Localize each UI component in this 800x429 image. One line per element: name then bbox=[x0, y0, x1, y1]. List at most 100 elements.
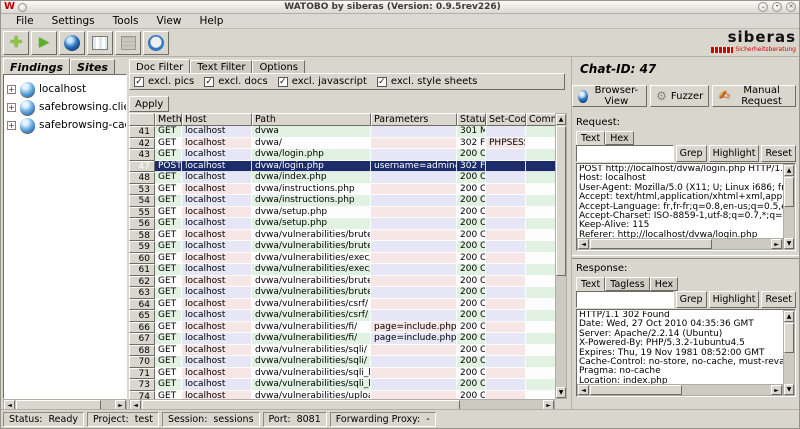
table-row[interactable]: 54 GET localhost dvwa/instructions.php 2… bbox=[129, 195, 555, 207]
calculator-button[interactable] bbox=[115, 31, 141, 55]
checkbox-icon[interactable] bbox=[278, 77, 288, 87]
response-grep-button[interactable]: Grep bbox=[676, 291, 707, 308]
table-row[interactable]: 64 GET localhost dvwa/vulnerabilities/cs… bbox=[129, 299, 555, 311]
table-row[interactable]: 47 POST localhost dvwa/login.php usernam… bbox=[129, 161, 555, 173]
menu-item[interactable]: Help bbox=[190, 14, 232, 28]
tree-item[interactable]: + localhost bbox=[4, 80, 126, 98]
table-row[interactable]: 73 GET localhost dvwa/vulnerabilities/sq… bbox=[129, 379, 555, 391]
table-row[interactable]: 71 GET localhost dvwa/vulnerabilities/sq… bbox=[129, 368, 555, 380]
filter-checkbox[interactable]: excl. javascript bbox=[278, 76, 367, 87]
scroll-thumb[interactable] bbox=[784, 177, 794, 207]
manual-request-button[interactable]: ✍ Manual Request bbox=[712, 85, 796, 107]
browser-view-button[interactable]: Browser-View bbox=[572, 85, 647, 107]
table-row[interactable]: 66 GET localhost dvwa/vulnerabilities/fi… bbox=[129, 322, 555, 334]
request-response-splitter[interactable] bbox=[572, 255, 799, 259]
request-grep-button[interactable]: Grep bbox=[676, 145, 707, 162]
table-row[interactable]: 41 GET localhost dvwa 301 Mo bbox=[129, 126, 555, 138]
checkbox-icon[interactable] bbox=[377, 77, 387, 87]
request-horizontal-scrollbar[interactable]: ◄ ► bbox=[577, 238, 783, 250]
table-row[interactable]: 61 GET localhost dvwa/vulnerabilities/ex… bbox=[129, 264, 555, 276]
tree-item[interactable]: + safebrowsing.clients bbox=[4, 98, 126, 116]
filter-checkbox[interactable]: excl. pics bbox=[134, 76, 194, 87]
menu-item[interactable]: Settings bbox=[43, 14, 104, 28]
expand-icon[interactable]: + bbox=[7, 121, 16, 130]
menu-item[interactable]: Tools bbox=[104, 14, 148, 28]
scroll-thumb[interactable] bbox=[556, 126, 566, 276]
tab-request-text[interactable]: Text bbox=[576, 131, 605, 145]
table-row[interactable]: 63 GET localhost dvwa/vulnerabilities/br… bbox=[129, 287, 555, 299]
table-row[interactable]: 58 GET localhost dvwa/vulnerabilities/br… bbox=[129, 230, 555, 242]
checkbox-icon[interactable] bbox=[204, 77, 214, 87]
response-grep-input[interactable] bbox=[576, 291, 674, 308]
menu-item[interactable]: File bbox=[7, 14, 43, 28]
scroll-thumb[interactable] bbox=[590, 239, 712, 249]
tab-response-tagless[interactable]: Tagless bbox=[605, 277, 649, 291]
table-row[interactable]: 43 GET localhost dvwa/login.php 200 OK bbox=[129, 149, 555, 161]
browser-button[interactable] bbox=[143, 31, 169, 55]
response-vertical-scrollbar[interactable]: ▲ ▼ bbox=[783, 310, 795, 396]
window-menu-button[interactable] bbox=[18, 3, 27, 12]
table-row[interactable]: 56 GET localhost dvwa/setup.php 200 OK bbox=[129, 218, 555, 230]
new-project-button[interactable]: ✚ bbox=[3, 31, 29, 55]
filter-checkbox[interactable]: excl. style sheets bbox=[377, 76, 478, 87]
scroll-thumb[interactable] bbox=[590, 385, 682, 395]
apply-button[interactable]: Apply bbox=[129, 96, 169, 112]
table-row[interactable]: 55 GET localhost dvwa/setup.php 200 OK bbox=[129, 207, 555, 219]
scroll-down-icon[interactable]: ▼ bbox=[784, 384, 794, 395]
tab-response-hex[interactable]: Hex bbox=[650, 277, 678, 291]
scroll-up-icon[interactable]: ▲ bbox=[784, 311, 794, 322]
tab-request-hex[interactable]: Hex bbox=[605, 131, 633, 145]
table-row[interactable]: 62 GET localhost dvwa/vulnerabilities/br… bbox=[129, 276, 555, 288]
scroll-up-icon[interactable]: ▲ bbox=[784, 165, 794, 176]
col-status[interactable]: Status bbox=[457, 113, 486, 126]
table-row[interactable]: 74 GET localhost dvwa/vulnerabilities/up… bbox=[129, 391, 555, 400]
request-highlight-button[interactable]: Highlight bbox=[709, 145, 760, 162]
scroll-thumb[interactable] bbox=[784, 323, 794, 353]
report-button[interactable] bbox=[87, 31, 113, 55]
table-row[interactable]: 67 GET localhost dvwa/vulnerabilities/fi… bbox=[129, 333, 555, 345]
start-button[interactable]: ▶ bbox=[31, 31, 57, 55]
shade-icon[interactable]: ⌄ bbox=[758, 2, 768, 12]
expand-icon[interactable]: + bbox=[7, 103, 16, 112]
table-row[interactable]: 60 GET localhost dvwa/vulnerabilities/ex… bbox=[129, 253, 555, 265]
col-comment[interactable]: Commen bbox=[526, 113, 555, 126]
table-row[interactable]: 48 GET localhost dvwa/index.php 200 OK bbox=[129, 172, 555, 184]
request-reset-button[interactable]: Reset bbox=[761, 145, 796, 162]
expand-icon[interactable]: + bbox=[7, 85, 16, 94]
tree-item[interactable]: + safebrowsing-cache bbox=[4, 116, 126, 134]
request-text[interactable]: POST http://localhost/dvwa/login.php HTT… bbox=[579, 165, 783, 238]
request-vertical-scrollbar[interactable]: ▲ ▼ bbox=[783, 164, 795, 250]
request-grep-input[interactable] bbox=[576, 145, 674, 162]
checkbox-icon[interactable] bbox=[134, 77, 144, 87]
col-method[interactable]: Metho bbox=[155, 113, 182, 126]
table-row[interactable]: 68 GET localhost dvwa/vulnerabilities/sq… bbox=[129, 345, 555, 357]
filter-checkbox[interactable]: excl. docs bbox=[204, 76, 268, 87]
table-row[interactable]: 65 GET localhost dvwa/vulnerabilities/cs… bbox=[129, 310, 555, 322]
table-row[interactable]: 59 GET localhost dvwa/vulnerabilities/br… bbox=[129, 241, 555, 253]
table-row[interactable]: 42 GET localhost dvwa/ 302 Fou PHPSESSID bbox=[129, 138, 555, 150]
fuzzer-button[interactable]: ⚙ Fuzzer bbox=[650, 85, 709, 107]
col-host[interactable]: Host bbox=[182, 113, 252, 126]
scroll-left-icon[interactable]: ◄ bbox=[578, 385, 589, 395]
menu-item[interactable]: View bbox=[148, 14, 191, 28]
col-parameters[interactable]: Parameters bbox=[371, 113, 457, 126]
record-button[interactable] bbox=[59, 31, 85, 55]
table-vertical-scrollbar[interactable]: ▲ ▼ bbox=[555, 113, 567, 399]
col-path[interactable]: Path bbox=[252, 113, 371, 126]
maximize-icon[interactable]: • bbox=[772, 2, 782, 12]
col-set-cookie[interactable]: Set-Cooki bbox=[486, 113, 526, 126]
scroll-right-icon[interactable]: ► bbox=[771, 239, 782, 249]
table-row[interactable]: 70 GET localhost dvwa/vulnerabilities/sq… bbox=[129, 356, 555, 368]
response-horizontal-scrollbar[interactable]: ◄ ► bbox=[577, 384, 783, 396]
table-row[interactable]: 53 GET localhost dvwa/instructions.php 2… bbox=[129, 184, 555, 196]
response-reset-button[interactable]: Reset bbox=[761, 291, 796, 308]
scroll-right-icon[interactable]: ► bbox=[771, 385, 782, 395]
response-highlight-button[interactable]: Highlight bbox=[709, 291, 760, 308]
close-icon[interactable]: ✕ bbox=[786, 2, 796, 12]
scroll-left-icon[interactable]: ◄ bbox=[578, 239, 589, 249]
tab-response-text[interactable]: Text bbox=[576, 277, 605, 291]
scroll-up-icon[interactable]: ▲ bbox=[556, 114, 566, 125]
response-text[interactable]: HTTP/1.1 302 Found Date: Wed, 27 Oct 201… bbox=[579, 311, 783, 384]
scroll-down-icon[interactable]: ▼ bbox=[784, 238, 794, 249]
scroll-down-icon[interactable]: ▼ bbox=[556, 387, 566, 398]
